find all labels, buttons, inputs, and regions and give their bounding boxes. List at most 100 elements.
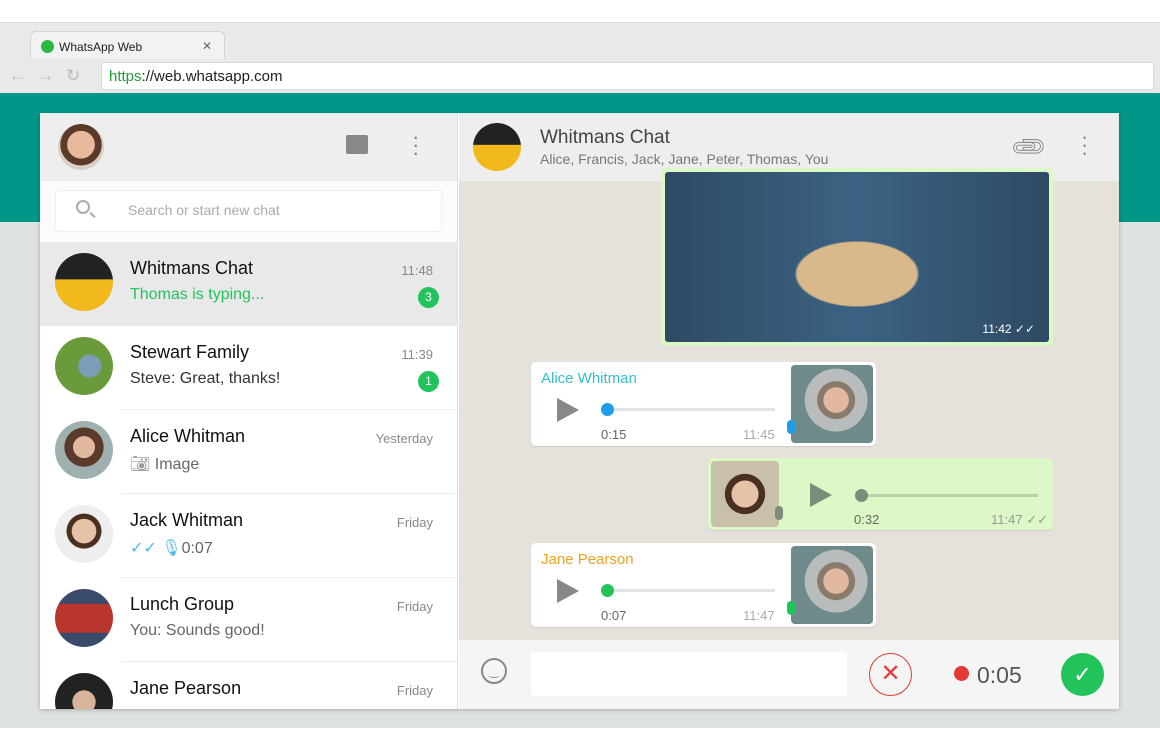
menu-icon[interactable]: · · · [1081,126,1088,164]
sender-photo [791,546,873,624]
play-button[interactable] [557,579,579,603]
send-recording-button[interactable]: ✓ [1061,653,1104,696]
message-time: 11:42 ✓✓ [982,322,1035,336]
chat-preview: ✓✓ 🎙︎0:07 [130,538,213,558]
audio-progress-slider[interactable] [601,403,775,416]
chat-time: Friday [396,683,433,698]
double-check-icon: ✓✓ [1014,322,1035,336]
menu-icon[interactable]: · · · [412,126,419,164]
sender-name: Alice Whitman [541,370,637,387]
chat-name: Whitmans Chat [130,258,254,278]
close-tab-icon[interactable]: ✕ [202,39,212,53]
audio-duration: 0:15 [601,427,627,442]
reload-icon[interactable]: ↻ [66,66,80,86]
cancel-recording-button[interactable]: ✕ [869,653,912,696]
new-chat-icon[interactable] [346,135,368,154]
message-input[interactable] [531,652,847,696]
conversation-pane: Whitmans Chat Alice, Francis, Jack, Jane… [459,113,1119,709]
attach-icon[interactable]: 📎︎ [1008,126,1050,168]
chat-time: Yesterday [375,431,433,446]
double-check-icon: ✓✓ [1026,512,1048,527]
search-area: Search or start new chat [40,181,457,242]
browser-tab[interactable]: WhatsApp Web ✕ [30,31,225,59]
chat-list-item[interactable]: Whitmans Chat 11:48 Thomas is typing... … [40,242,457,326]
conversation-members: Alice, Francis, Jack, Jane, Peter, Thoma… [540,151,829,167]
sender-photo [711,461,779,527]
voice-message-outgoing: 0:32 11:47 ✓✓ [708,458,1053,530]
chat-time: Friday [396,515,433,530]
chat-preview: You: Sounds good! [130,622,265,639]
chat-avatar [55,337,113,395]
chat-avatar [55,421,113,479]
back-icon[interactable]: ← [9,66,26,86]
chat-name: Stewart Family [130,342,250,362]
chat-name: Alice Whitman [130,426,246,446]
chat-avatar [55,253,113,311]
url-host: ://web.whatsapp.com [141,68,283,85]
chat-list-item[interactable]: Jack Whitman Friday ✓✓ 🎙︎0:07 [40,494,457,578]
audio-progress-slider[interactable] [601,584,775,597]
unread-badge: 1 [418,371,439,392]
mic-icon [787,601,795,615]
chat-name: Jack Whitman [130,510,244,530]
dog-photo: 11:42 ✓✓ [665,172,1049,342]
camera-icon: 📷︎ [130,456,155,473]
audio-duration: 0:07 [601,608,627,623]
tab-title: WhatsApp Web [59,40,143,54]
image-message[interactable]: 11:42 ✓✓ [661,168,1053,346]
emoji-icon[interactable]: ‿ [481,658,507,684]
record-dot-icon [954,666,969,681]
mic-icon: 🎙︎ [161,540,182,557]
progress-handle[interactable] [601,403,614,416]
message-time: 11:45 [743,427,775,442]
sidebar: · · · Search or start new chat Whitmans Ch… [40,113,458,709]
profile-avatar[interactable] [58,124,104,170]
chat-time: 11:39 [401,347,433,362]
play-button[interactable] [557,398,579,422]
chat-avatar [55,673,113,709]
message-time: 11:47 ✓✓ [991,512,1048,528]
chat-preview: Thomas is typing... [130,286,265,303]
chat-avatar [55,505,113,563]
chat-list-item[interactable]: Stewart Family 11:39 Steve: Great, thank… [40,326,457,410]
chat-preview-text: 0:07 [181,540,213,557]
chat-list-item[interactable]: Alice Whitman Yesterday 📷︎ Image [40,410,457,494]
forward-icon[interactable]: → [37,66,54,86]
composer: ‿ ✕ 0:05 ✓ [459,640,1119,709]
whatsapp-favicon-icon [41,40,54,53]
unread-badge: 3 [418,287,439,308]
sidebar-header: · · · [40,113,457,181]
chat-time: 11:48 [401,263,433,278]
search-placeholder: Search or start new chat [128,202,280,218]
whatsapp-app: · · · Search or start new chat Whitmans Ch… [40,113,1119,709]
mic-icon [775,506,783,520]
chat-name: Lunch Group [130,594,235,614]
chat-name: Jane Pearson [130,678,242,698]
address-bar[interactable]: https://web.whatsapp.com [101,62,1154,90]
double-check-icon: ✓✓ [130,540,157,557]
chat-list-item[interactable]: Jane Pearson Friday [40,662,457,709]
search-icon [76,200,90,214]
sender-name: Jane Pearson [541,551,634,568]
progress-handle[interactable] [601,584,614,597]
chat-preview: Steve: Great, thanks! [130,370,281,387]
recording-indicator: 0:05 [954,662,1022,689]
mic-icon [787,420,795,434]
voice-message: Alice Whitman 0:15 11:45 [531,362,876,446]
message-time-text: 11:42 [982,322,1012,336]
message-time-text: 11:47 [991,512,1023,527]
sender-photo [791,365,873,443]
message-time: 11:47 [743,608,775,623]
voice-message: Jane Pearson 0:07 11:47 [531,543,876,627]
audio-progress-slider[interactable] [855,489,1038,502]
progress-handle[interactable] [855,489,868,502]
audio-duration: 0:32 [854,512,880,527]
conversation-title: Whitmans Chat [540,127,670,148]
play-button[interactable] [810,483,832,507]
recording-time: 0:05 [977,662,1022,688]
url-scheme: https [109,68,142,85]
search-input[interactable]: Search or start new chat [56,191,441,231]
chat-preview: 📷︎ Image [130,454,199,474]
group-avatar[interactable] [473,123,521,171]
chat-list-item[interactable]: Lunch Group Friday You: Sounds good! [40,578,457,662]
